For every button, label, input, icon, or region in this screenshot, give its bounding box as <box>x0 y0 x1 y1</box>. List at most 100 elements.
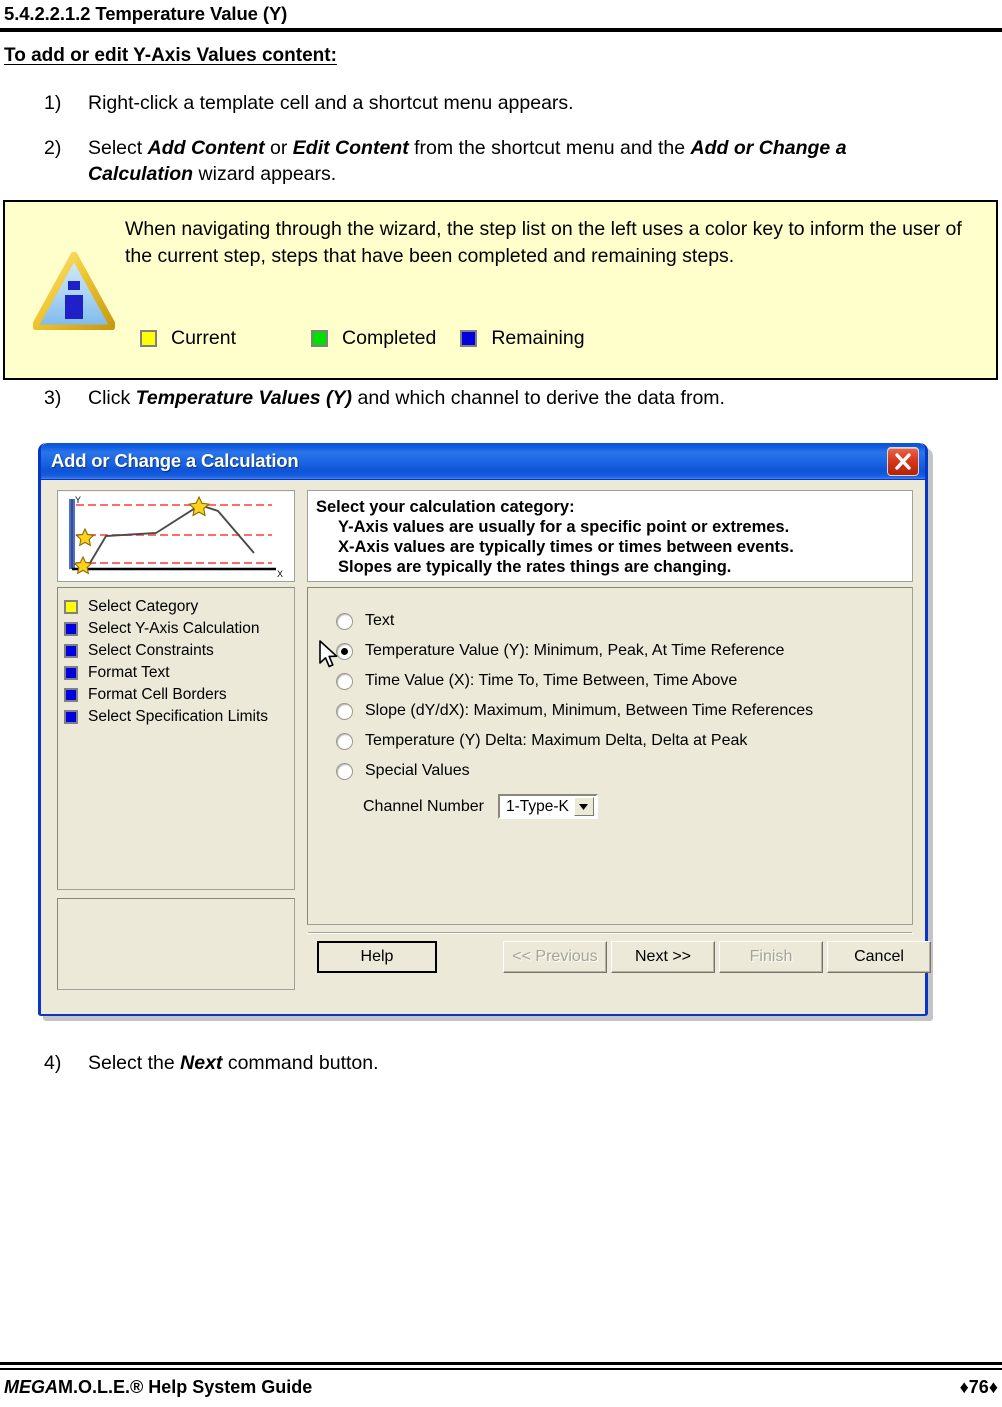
calculation-options-group: Text Temperature Value (Y): Minimum, Pea… <box>307 587 913 925</box>
document-page: 5.4.2.2.1.2 Temperature Value (Y) To add… <box>0 0 1002 1407</box>
radio-option-special-values[interactable]: Special Values <box>336 756 912 786</box>
step2-part-d: from the shortcut menu and the <box>408 137 691 159</box>
svg-text:Y: Y <box>75 495 81 505</box>
cancel-button[interactable]: Cancel <box>827 941 931 973</box>
step2-part-a: Select <box>88 137 148 159</box>
finish-button: Finish <box>719 941 823 973</box>
step-status-swatch <box>64 710 78 724</box>
dialog-right-column: Select your calculation category: Y-Axis… <box>307 490 931 1000</box>
dialog-left-column: Y X Select Category Select Y-Axis Calcul… <box>57 490 295 1000</box>
footer-brand-rest: M.O.L.E.® Help System Guide <box>58 1377 313 1397</box>
section-subheading: To add or edit Y-Axis Values content: <box>4 45 337 66</box>
step-text: Select the Next command button. <box>88 1050 744 1076</box>
channel-number-value: 1-Type-K <box>505 797 569 815</box>
wizard-step-label: Select Constraints <box>88 642 214 659</box>
radio-label: Time Value (X): Time To, Time Between, T… <box>365 672 738 689</box>
wizard-step-label: Format Text <box>88 664 170 681</box>
footer-divider-bottom <box>0 1368 1002 1370</box>
channel-number-row: Channel Number 1-Type-K <box>363 794 912 819</box>
wizard-step-label: Format Cell Borders <box>88 686 227 703</box>
radio-option-text[interactable]: Text <box>336 606 912 636</box>
dialog-window: Add or Change a Calculation Y X Select C… <box>38 443 931 1016</box>
radio-label: Text <box>365 612 395 629</box>
radio-icon <box>336 762 353 780</box>
heading-divider <box>0 28 1002 32</box>
radio-option-slope[interactable]: Slope (dY/dX): Maximum, Minimum, Between… <box>336 696 912 726</box>
info-line-4: Slopes are typically the rates things ar… <box>338 558 732 576</box>
wizard-step-item[interactable]: Select Y-Axis Calculation <box>62 618 294 640</box>
page-title: 5.4.2.2.1.2 Temperature Value (Y) <box>4 3 288 24</box>
next-button[interactable]: Next >> <box>611 941 715 973</box>
wizard-step-label: Select Category <box>88 598 199 615</box>
wizard-step-item[interactable]: Select Specification Limits <box>62 706 294 728</box>
legend-label-completed: Completed <box>342 327 437 349</box>
channel-number-select[interactable]: 1-Type-K <box>497 794 598 819</box>
step2-emphasis-edit-content: Edit Content <box>292 137 409 159</box>
step-status-swatch <box>64 600 78 614</box>
dialog-button-bar: Help << Previous Next >> Finish Cancel <box>307 933 931 978</box>
step3-emphasis: Temperature Values (Y) <box>135 387 353 409</box>
legend-label-current: Current <box>171 327 237 349</box>
wizard-step-item[interactable]: Format Cell Borders <box>62 684 294 706</box>
note-callout: When navigating through the wizard, the … <box>3 200 998 380</box>
step4-part-a: Select the <box>88 1052 181 1074</box>
dialog-body: Y X Select Category Select Y-Axis Calcul… <box>41 480 931 1014</box>
step-number: 3) <box>44 387 62 409</box>
footer-brand: MEGAM.O.L.E.® Help System Guide <box>4 1377 312 1398</box>
wizard-step-item[interactable]: Select Category <box>62 596 294 618</box>
step-number: 4) <box>44 1052 62 1074</box>
help-button[interactable]: Help <box>317 941 437 973</box>
step-text: Click Temperature Values (Y) and which c… <box>88 385 974 411</box>
radio-option-temperature-delta[interactable]: Temperature (Y) Delta: Maximum Delta, De… <box>336 726 912 756</box>
radio-option-time-value-x[interactable]: Time Value (X): Time To, Time Between, T… <box>336 666 912 696</box>
footer-page-number: ♦76♦ <box>959 1377 998 1397</box>
dialog-empty-panel <box>57 898 295 990</box>
instruction-step-4: 4) Select the Next command button. <box>44 1050 744 1076</box>
wizard-step-label: Select Y-Axis Calculation <box>88 620 260 637</box>
calculation-wizard-dialog: Add or Change a Calculation Y X Select C… <box>38 443 933 1021</box>
calculation-category-info: Select your calculation category: Y-Axis… <box>307 490 913 582</box>
step2-emphasis-add-content: Add Content <box>147 137 265 159</box>
info-line-1: Select your calculation category: <box>316 498 575 516</box>
info-line-3: X-Axis values are typically times or tim… <box>338 538 794 556</box>
legend-swatch-completed <box>311 330 329 347</box>
legend-swatch-remaining <box>460 330 478 347</box>
wizard-step-list: Select Category Select Y-Axis Calculatio… <box>57 587 295 890</box>
radio-icon <box>336 702 353 720</box>
step-number: 1) <box>44 92 62 114</box>
info-line-2: Y-Axis values are usually for a specific… <box>338 518 790 536</box>
step-status-swatch <box>64 644 78 658</box>
wizard-step-item[interactable]: Format Text <box>62 662 294 684</box>
step-status-swatch <box>64 666 78 680</box>
step-status-swatch <box>64 688 78 702</box>
step-text: Select Add Content or Edit Content from … <box>88 135 944 187</box>
chevron-down-icon[interactable] <box>573 797 594 816</box>
step3-part-a: Click <box>88 387 136 409</box>
step2-part-c: or <box>264 137 293 159</box>
radio-option-temperature-value-y[interactable]: Temperature Value (Y): Minimum, Peak, At… <box>336 636 912 666</box>
legend-label-remaining: Remaining <box>491 327 585 349</box>
instruction-step-2: 2) Select Add Content or Edit Content fr… <box>44 135 944 187</box>
info-triangle-icon <box>32 251 116 332</box>
legend-swatch-current <box>140 330 157 347</box>
radio-icon <box>336 672 353 690</box>
step4-part-c: command button. <box>222 1052 379 1074</box>
step-number: 2) <box>44 137 62 159</box>
step-text: Right-click a template cell and a shortc… <box>88 92 574 114</box>
instruction-step-3: 3) Click Temperature Values (Y) and whic… <box>44 385 974 411</box>
step-status-swatch <box>64 622 78 636</box>
channel-number-label: Channel Number <box>363 797 484 815</box>
step3-part-c: and which channel to derive the data fro… <box>352 387 725 409</box>
wizard-step-item[interactable]: Select Constraints <box>62 640 294 662</box>
radio-icon <box>336 612 353 630</box>
step4-emphasis: Next <box>180 1052 223 1074</box>
radio-label: Special Values <box>365 762 470 779</box>
dialog-titlebar: Add or Change a Calculation <box>41 443 925 480</box>
chart-preview-thumbnail: Y X <box>57 490 295 582</box>
step2-part-e: wizard appears. <box>193 163 337 185</box>
note-text: When navigating through the wizard, the … <box>125 218 962 267</box>
instruction-step-1: 1) Right-click a template cell and a sho… <box>44 90 944 116</box>
close-icon[interactable] <box>887 447 919 476</box>
svg-text:X: X <box>277 569 283 579</box>
radio-label: Temperature (Y) Delta: Maximum Delta, De… <box>365 732 748 749</box>
